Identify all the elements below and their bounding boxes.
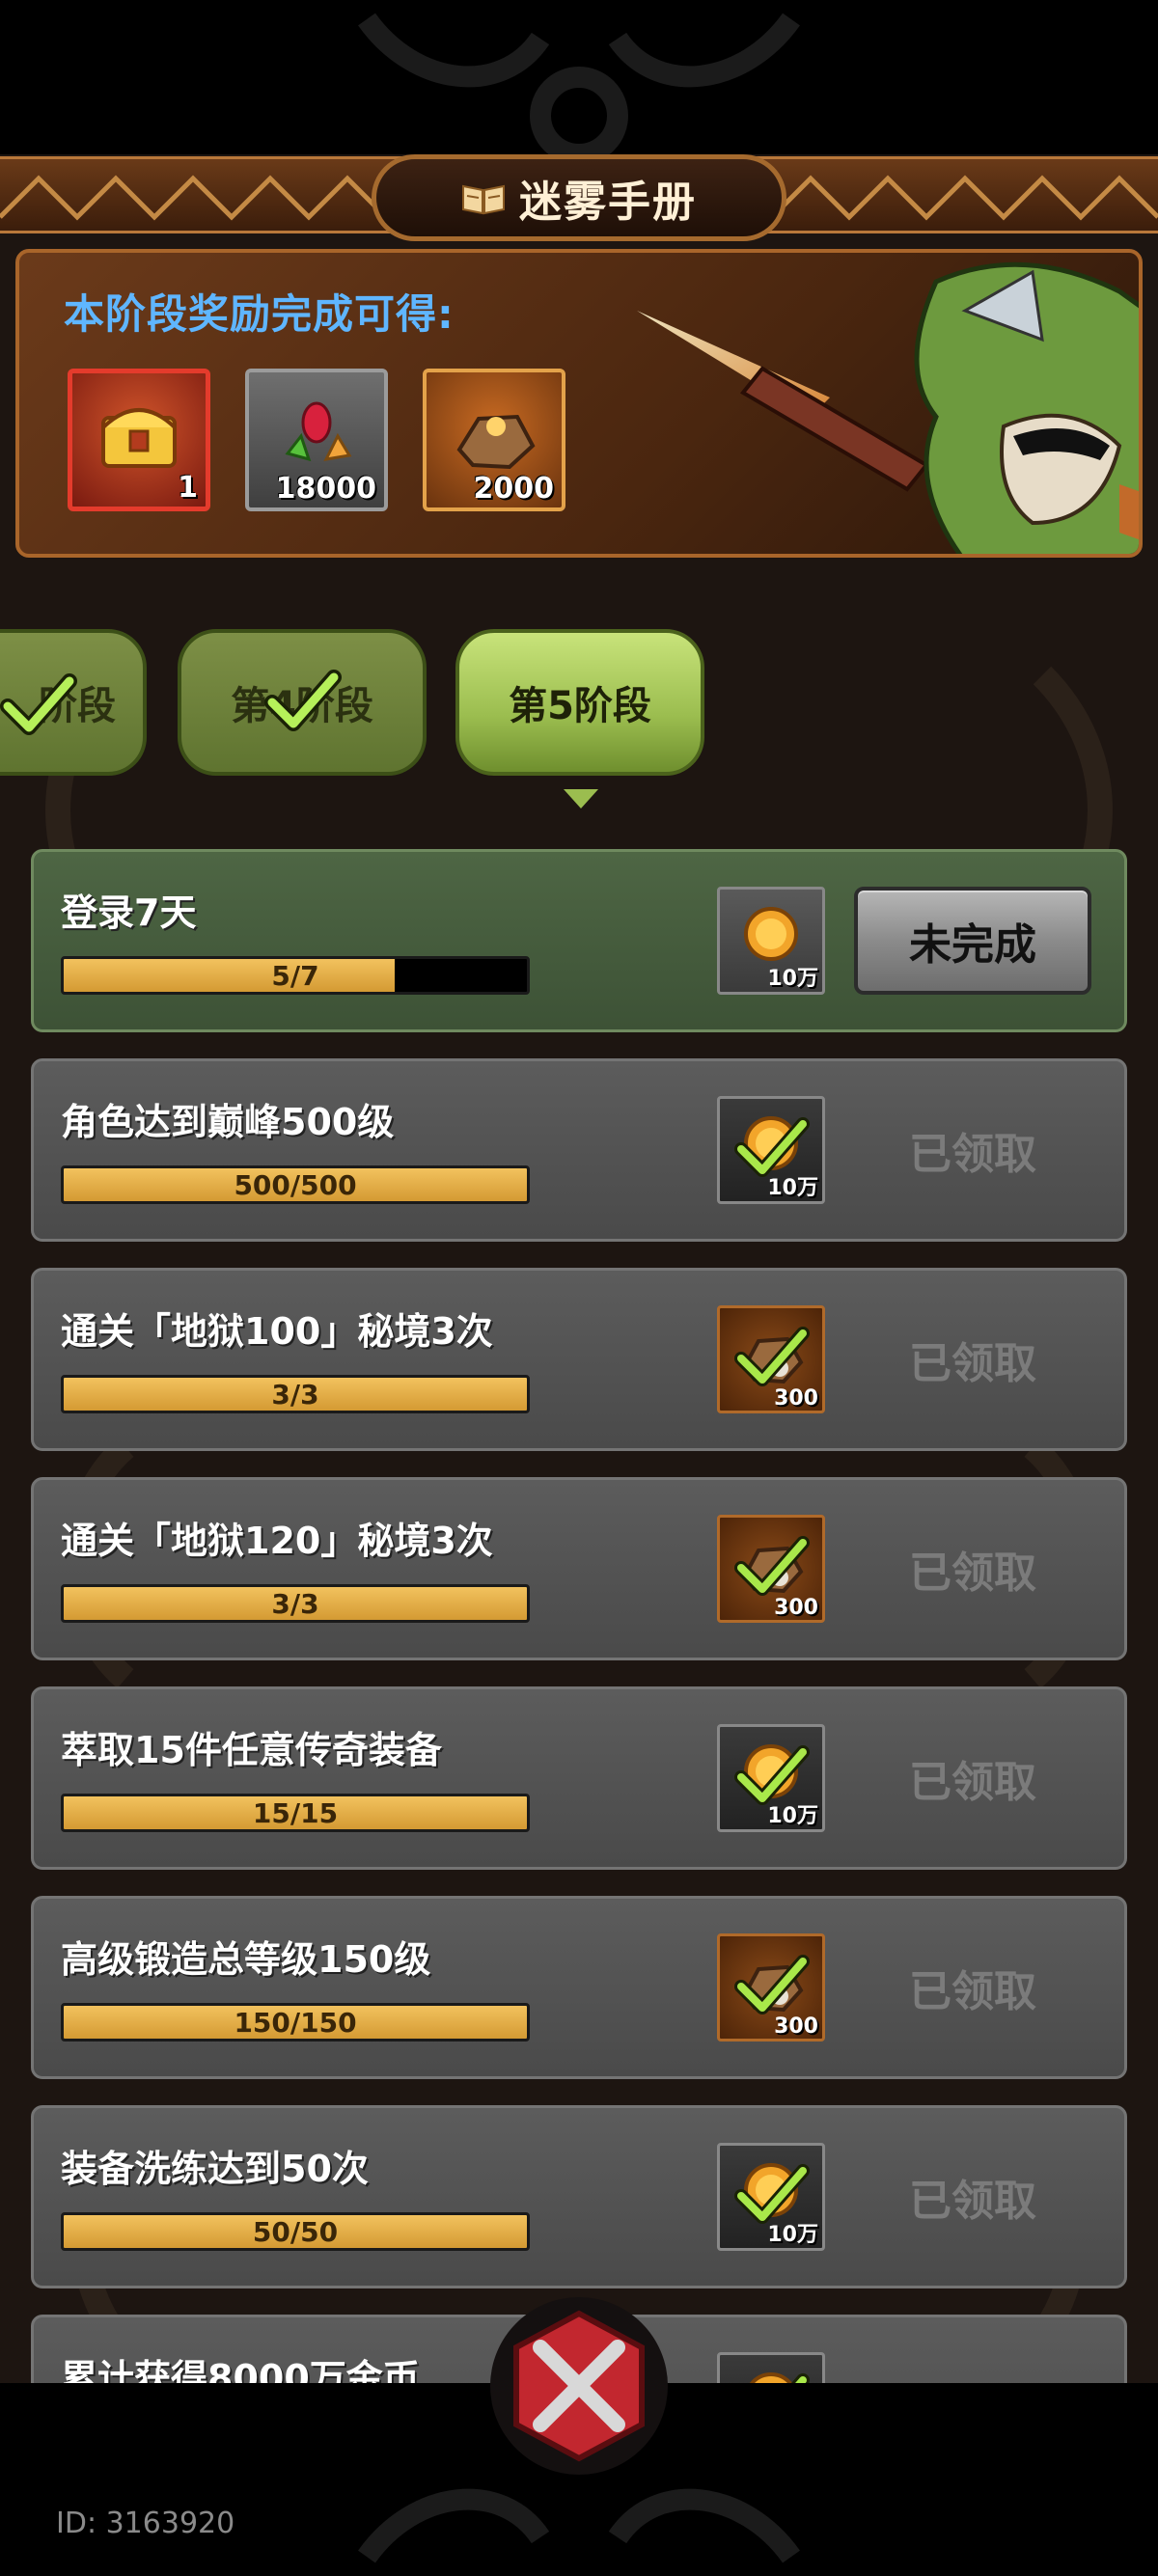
progress-text: 5/7 (271, 959, 319, 992)
incomplete-button[interactable]: 未完成 (854, 887, 1091, 995)
check-icon (264, 670, 342, 731)
task-name: 高级锻造总等级150级 (61, 1938, 431, 1981)
task-reward-slot[interactable]: 10万 (717, 2143, 825, 2251)
task-name: 萃取15件任意传奇装备 (61, 1729, 442, 1771)
claimed-label: 已领取 (909, 1967, 1036, 2016)
progress-text: 150/150 (234, 2006, 357, 2039)
task-name: 登录7天 (61, 891, 197, 934)
check-icon (734, 1955, 810, 2014)
user-id: ID: 3163920 (56, 2507, 235, 2540)
progress-text: 3/3 (271, 1587, 319, 1620)
page-title: 迷雾手册 (519, 178, 697, 227)
reward-count: 10万 (767, 1176, 818, 1200)
book-icon (462, 184, 505, 215)
task-progress-bar: 500/500 (61, 1165, 530, 1204)
header-title-plate: 迷雾手册 (372, 154, 786, 241)
task-card: 通关「地狱100」秘境3次 3/3 300 已领取 (31, 1268, 1127, 1451)
hero-artwork (637, 261, 1139, 554)
task-card: 角色达到巅峰500级 500/500 10万 已领取 (31, 1058, 1127, 1242)
task-progress-bar: 15/15 (61, 1794, 530, 1832)
reward-count: 10万 (767, 2223, 818, 2247)
task-reward-slot[interactable]: 10万 (717, 1724, 825, 1832)
stage-reward-title: 本阶段奖励完成可得: (64, 290, 455, 338)
reward-slot-ore[interactable]: 2000 (423, 369, 565, 511)
task-reward-slot[interactable]: 300 (717, 1305, 825, 1413)
claimed-label: 已领取 (909, 1758, 1036, 1807)
task-name: 角色达到巅峰500级 (61, 1101, 395, 1143)
stage-reward-panel: 本阶段奖励完成可得: 1 18000 2000 (15, 249, 1143, 558)
task-reward-slot[interactable]: 10万 (717, 1096, 825, 1204)
tab-stage-3[interactable]: 阶段 (0, 629, 147, 776)
claimed-label: 已领取 (909, 2177, 1036, 2226)
check-icon (734, 1536, 810, 1596)
claimed-label: 已领取 (909, 1130, 1036, 1179)
reward-count: 18000 (275, 472, 376, 506)
progress-text: 3/3 (271, 1378, 319, 1411)
task-card: 萃取15件任意传奇装备 15/15 10万 已领取 (31, 1686, 1127, 1870)
tab-stage-5[interactable]: 第5阶段 (455, 629, 704, 776)
progress-text: 50/50 (252, 2215, 339, 2248)
task-name: 装备洗练达到50次 (61, 2148, 369, 2190)
progress-text: 15/15 (252, 1796, 339, 1829)
task-progress-bar: 50/50 (61, 2212, 530, 2251)
check-icon (734, 1327, 810, 1386)
top-frame (0, 0, 1158, 165)
task-reward-slot[interactable]: 300 (717, 1933, 825, 2042)
reward-count: 300 (774, 1596, 818, 1620)
task-card: 通关「地狱120」秘境3次 3/3 300 已领取 (31, 1477, 1127, 1660)
reward-count: 2000 (473, 472, 555, 506)
progress-text: 500/500 (234, 1168, 357, 1201)
task-name: 通关「地狱120」秘境3次 (61, 1520, 493, 1562)
check-icon (0, 673, 77, 735)
task-progress-bar: 5/7 (61, 956, 530, 995)
task-card: 装备洗练达到50次 50/50 10万 已领取 (31, 2105, 1127, 2288)
reward-count: 1 (178, 471, 198, 505)
reward-slot-chest[interactable]: 1 (68, 369, 210, 511)
reward-slot-gems[interactable]: 18000 (245, 369, 388, 511)
reward-count: 300 (774, 1386, 818, 1411)
task-card: 登录7天 5/7 10万 未完成 (31, 849, 1127, 1032)
tab-stage-4[interactable]: 第4阶段 (178, 629, 427, 776)
stage-tab-label: 第5阶段 (509, 684, 651, 728)
reward-count: 10万 (767, 967, 818, 991)
task-card: 高级锻造总等级150级 150/150 300 已领取 (31, 1896, 1127, 2079)
task-reward-slot[interactable]: 10万 (717, 887, 825, 995)
close-button[interactable] (487, 2294, 671, 2478)
task-progress-bar: 150/150 (61, 2003, 530, 2042)
task-reward-slot[interactable]: 300 (717, 1515, 825, 1623)
reward-count: 10万 (767, 1804, 818, 1828)
claimed-label: 已领取 (909, 1339, 1036, 1388)
claimed-label: 已领取 (909, 1548, 1036, 1598)
active-tab-pointer (564, 789, 598, 808)
task-progress-bar: 3/3 (61, 1375, 530, 1413)
task-name: 通关「地狱100」秘境3次 (61, 1310, 493, 1353)
reward-count: 300 (774, 2014, 818, 2039)
task-progress-bar: 3/3 (61, 1584, 530, 1623)
